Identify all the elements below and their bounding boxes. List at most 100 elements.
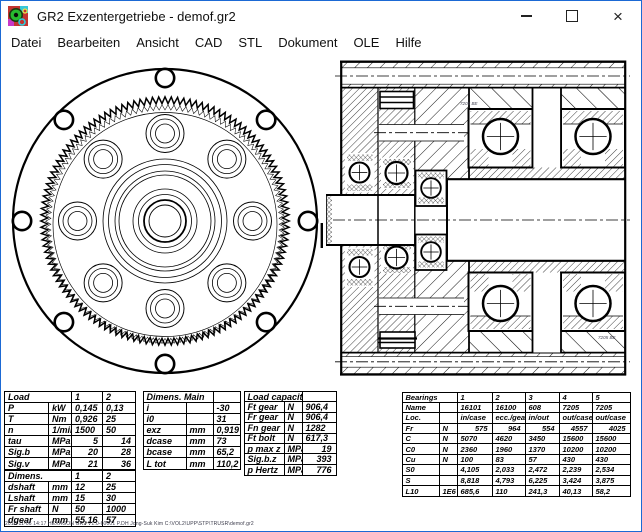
bearings-r4c6: 10200 [593, 444, 630, 454]
dimens-r0c2: 12 [72, 482, 103, 493]
app-window: GR2 Exzentergetriebe - demof.gr2 × Datei… [0, 0, 642, 532]
bearings-header-2: 2 [493, 393, 526, 403]
bearings-r1c6: out/case [593, 413, 630, 423]
bearings-r0c2: 16101 [458, 403, 493, 413]
load_capacity-r5c2: 393 [303, 454, 336, 464]
load_capacity-r4c0: p max z [245, 444, 285, 454]
bearings-r2c2: 575 [458, 424, 493, 434]
load_capacity-r6c0: p Hertz [245, 465, 285, 475]
bearings-r3c5: 15600 [560, 434, 593, 444]
load_capacity-r5c1: MPa [285, 454, 303, 464]
dimens_main-r3c0: dcase [144, 436, 187, 447]
bearings-r5c2: 100 [458, 455, 493, 465]
load-r5c0: Sig.v [5, 458, 49, 469]
bearings-r7c4: 6,225 [526, 476, 560, 486]
load_capacity-r0c1: N [285, 402, 303, 412]
bearings-r5c5: 430 [560, 455, 593, 465]
load_capacity-r1c1: N [285, 413, 303, 423]
bearings-header-4: 4 [560, 393, 593, 403]
dimens-r1c0: Lshaft [5, 493, 49, 504]
bearings-r3c1: N [440, 434, 458, 444]
dimens-r2c0: Fr shaft [5, 504, 49, 515]
load-r3c0: tau [5, 436, 49, 447]
load_capacity-r6c2: 776 [303, 465, 336, 475]
dimens_main-r3c2: 73 [214, 436, 240, 447]
bearings-r1c5: out/case [560, 413, 593, 423]
bearings-r5c0: Cu [403, 455, 440, 465]
dimens_main-r1c0: i0 [144, 414, 187, 425]
bearings-r2c5: 4557 [560, 424, 593, 434]
bearings-title: Bearings [403, 393, 458, 403]
dimens_main-r2c0: exz [144, 425, 187, 436]
bearings-r3c2: 5070 [458, 434, 493, 444]
bearings-r5c4: 57 [526, 455, 560, 465]
load_capacity-r0c0: Ft gear [245, 402, 285, 412]
bearings-r7c5: 3,424 [560, 476, 593, 486]
load-title: Load [5, 392, 72, 403]
bearings-r0c5: 7205 [560, 403, 593, 413]
load-r3c1: MPa [49, 436, 72, 447]
gear-front-view [13, 69, 317, 373]
bearings-table: Bearings12345Name161011610060872057205Lo… [402, 392, 631, 498]
dimens-r0c1: mm [49, 482, 72, 493]
load-capacity-table: Load capacityFt gearN906,4Fr gearN906,4F… [244, 391, 337, 476]
load-r0c3: 0,13 [103, 403, 135, 414]
bearings-r7c0: S [403, 476, 440, 486]
load_capacity-r2c2: 1282 [303, 423, 336, 433]
load-r0c0: P [5, 403, 49, 414]
bearings-r7c1 [440, 476, 458, 486]
dimens_main-r0c1 [187, 403, 214, 414]
load-r5c3: 36 [103, 458, 135, 469]
bearings-r8c0: L10 [403, 486, 440, 496]
dimens-header-1: 1 [72, 471, 103, 482]
bearings-r2c3: 964 [493, 424, 526, 434]
dimens-r1c3: 30 [103, 493, 135, 504]
dimens_main-r5c0: L tot [144, 458, 187, 469]
bearings-r1c4: in/out [526, 413, 560, 423]
bearings-r6c4: 2,472 [526, 465, 560, 475]
dimens_main-r3c1: mm [187, 436, 214, 447]
bearings-r2c6: 4025 [593, 424, 630, 434]
load-r0c2: 0,145 [72, 403, 103, 414]
load_capacity-r3c2: 617,3 [303, 434, 336, 444]
load-r2c0: n [5, 425, 49, 436]
bearings-r4c3: 1960 [493, 444, 526, 454]
dimens-r0c3: 25 [103, 482, 135, 493]
load_capacity-r2c1: N [285, 423, 303, 433]
load_capacity-r4c1: MPa [285, 444, 303, 454]
bearings-r8c5: 40,13 [560, 486, 593, 496]
bearings-r4c1: N [440, 444, 458, 454]
bearings-r5c6: 430 [593, 455, 630, 465]
dimens-r2c1: N [49, 504, 72, 515]
load-r4c1: MPa [49, 447, 72, 458]
bearings-r4c4: 1370 [526, 444, 560, 454]
bearings-r4c0: C0 [403, 444, 440, 454]
bearings-r0c6: 7205 [593, 403, 630, 413]
bearings-r8c1: 1E6 [440, 486, 458, 496]
bearings-r7c2: 8,818 [458, 476, 493, 486]
bearings-r6c3: 2,033 [493, 465, 526, 475]
load-r4c3: 28 [103, 447, 135, 458]
bearings-r0c0: Name [403, 403, 440, 413]
load-r0c1: kW [49, 403, 72, 414]
bearings-r4c5: 10200 [560, 444, 593, 454]
dimens-r2c3: 1000 [103, 504, 135, 515]
load_capacity-r6c1: MPa [285, 465, 303, 475]
bearings-r3c4: 3450 [526, 434, 560, 444]
dimens_main-r2c1: mm [187, 425, 214, 436]
load-r1c0: T [5, 414, 49, 425]
dimens_main-header-1 [214, 392, 240, 403]
dimens_main-r0c0: i [144, 403, 187, 414]
bearings-r7c3: 4,793 [493, 476, 526, 486]
load-table: Load12PkW0,1450,13TNm0,92625n1/min150050… [4, 391, 136, 470]
load-r5c2: 21 [72, 458, 103, 469]
bearings-r1c3: ecc./gear [493, 413, 526, 423]
load_capacity-r0c2: 906,4 [303, 402, 336, 412]
load-r4c0: Sig.b [5, 447, 49, 458]
bearings-r8c2: 685,6 [458, 486, 493, 496]
bearings-header-3: 3 [526, 393, 560, 403]
bearings-r7c6: 3,875 [593, 476, 630, 486]
load-r5c1: MPa [49, 458, 72, 469]
load-r2c2: 1500 [72, 425, 103, 436]
load-r2c1: 1/min [49, 425, 72, 436]
